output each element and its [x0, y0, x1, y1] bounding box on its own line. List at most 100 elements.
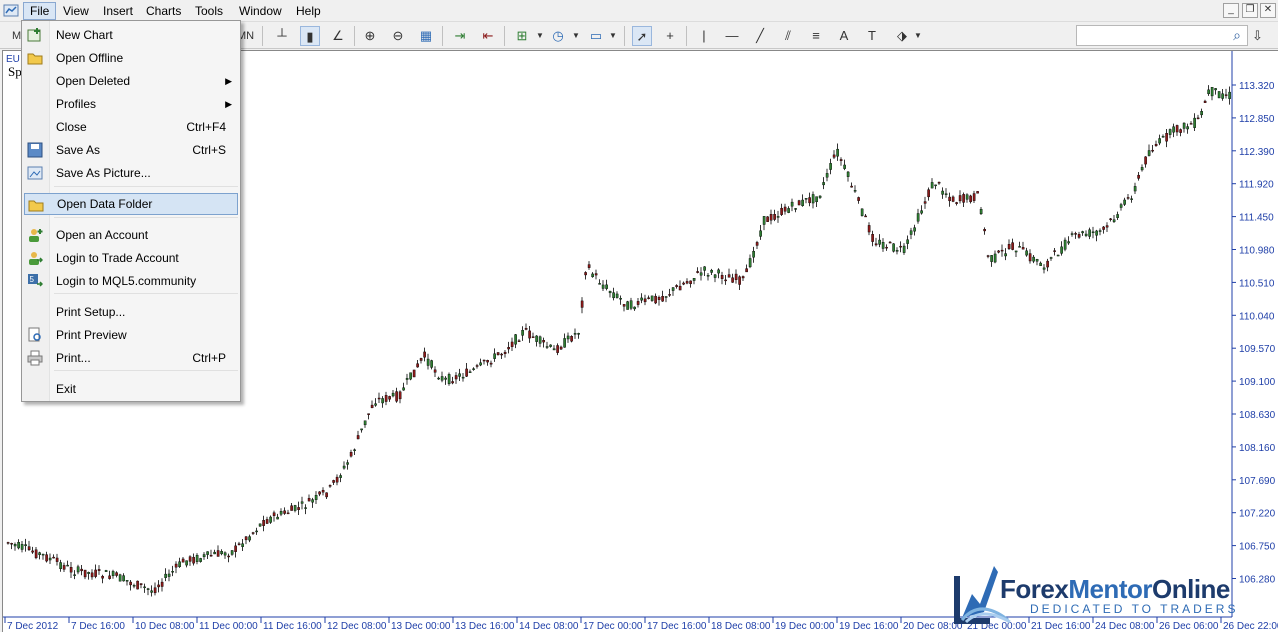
candle-body — [1175, 125, 1179, 133]
candle-body — [892, 243, 895, 252]
menu-item-save-as[interactable]: Save As Ctrl+S — [24, 139, 238, 161]
menu-item-login-to-trade-account[interactable]: Login to Trade Account — [24, 247, 238, 269]
menu-item-open-data-folder[interactable]: Open Data Folder — [24, 193, 238, 215]
menu-item-close[interactable]: Close Ctrl+F4 — [24, 116, 238, 138]
menu-item-exit[interactable]: Exit — [24, 378, 238, 400]
menu-item-save-as-picture[interactable]: Save As Picture... — [24, 162, 238, 184]
candle-body — [73, 574, 76, 576]
svg-text:5: 5 — [30, 275, 35, 284]
candle-body — [542, 339, 545, 343]
auto-scroll-icon[interactable]: ⇥ — [450, 26, 470, 46]
candle-body — [1119, 204, 1123, 208]
menu-charts[interactable]: Charts — [140, 2, 187, 20]
menu-item-new-chart[interactable]: New Chart — [24, 24, 238, 46]
menu-item-open-an-account[interactable]: Open an Account — [24, 224, 238, 246]
candle-body — [230, 550, 234, 555]
zoom-in-icon[interactable]: ⊕ — [360, 26, 380, 46]
candle-body — [1151, 149, 1154, 152]
indicators-icon[interactable]: ⊞ — [512, 26, 532, 46]
candle-body — [416, 363, 419, 368]
price-label: 110.040 — [1239, 311, 1275, 322]
candle-body — [318, 491, 321, 495]
candle-body — [20, 544, 24, 550]
candle-body — [622, 304, 626, 307]
candle-body — [762, 216, 766, 225]
tile-windows-icon[interactable]: ▦ — [416, 26, 436, 46]
submenu-arrow-icon: ▶ — [225, 99, 232, 109]
search-icon[interactable]: ⌕ — [1228, 26, 1246, 44]
menu-insert[interactable]: Insert — [97, 2, 139, 20]
candle-body — [545, 346, 549, 348]
candle-body — [594, 273, 598, 276]
search-dropdown-icon[interactable]: ⇩ — [1252, 28, 1274, 44]
app-icon[interactable] — [3, 3, 19, 19]
minimize-icon[interactable]: _ — [1223, 3, 1239, 18]
menu-item-print[interactable]: Print... Ctrl+P — [24, 347, 238, 369]
candle-body — [769, 214, 773, 221]
candle-body — [94, 569, 97, 577]
equidistant-channel-icon[interactable]: ⫽ — [778, 26, 798, 46]
save-icon — [27, 142, 43, 158]
candle-body — [773, 214, 776, 220]
close-icon[interactable]: ✕ — [1260, 3, 1276, 18]
candle-body — [584, 272, 587, 276]
menu-window[interactable]: Window — [233, 2, 288, 20]
periods-clock-icon[interactable]: ◷ — [548, 26, 568, 46]
chevron-down-icon[interactable]: ▼ — [566, 26, 586, 46]
candle-body — [657, 296, 661, 300]
candle-body — [531, 336, 535, 338]
horizontal-line-icon[interactable]: — — [722, 26, 742, 46]
text-icon[interactable]: A — [834, 26, 854, 46]
line-chart-icon[interactable]: ∠ — [328, 26, 348, 46]
candle-body — [374, 403, 377, 406]
candle-body — [899, 245, 902, 248]
chevron-down-icon[interactable]: ▼ — [530, 26, 550, 46]
candle-body — [402, 387, 405, 391]
candle-body — [573, 333, 577, 335]
menu-item-login-to-mql5-community[interactable]: 5 Login to MQL5.community — [24, 270, 238, 292]
candle-body — [846, 171, 850, 177]
candle-body — [360, 428, 363, 431]
menu-item-print-setup[interactable]: Print Setup... — [24, 301, 238, 323]
menu-view[interactable]: View — [57, 2, 95, 20]
price-label: 109.100 — [1239, 377, 1276, 388]
text-label-icon[interactable]: T — [862, 26, 882, 46]
vertical-line-icon[interactable]: | — [694, 26, 714, 46]
search-input[interactable] — [1076, 25, 1248, 46]
menu-help[interactable]: Help — [290, 2, 327, 20]
candle-body — [734, 273, 738, 280]
menu-tools[interactable]: Tools — [189, 2, 229, 20]
candle-body — [136, 580, 139, 590]
candle-body — [1158, 138, 1161, 144]
restore-icon[interactable]: ❐ — [1242, 3, 1258, 18]
candle-body — [1046, 260, 1049, 268]
chart-shift-icon[interactable]: ⇤ — [478, 26, 498, 46]
menu-file[interactable]: File — [23, 2, 57, 20]
fibonacci-icon[interactable]: ≡ — [806, 26, 826, 46]
candle-body — [941, 190, 944, 195]
chevron-down-icon[interactable]: ▼ — [908, 26, 928, 46]
candle-body — [1053, 250, 1056, 252]
menu-item-open-offline[interactable]: Open Offline — [24, 47, 238, 69]
candle-body — [538, 336, 542, 344]
zoom-out-icon[interactable]: ⊖ — [388, 26, 408, 46]
menu-item-open-deleted[interactable]: Open Deleted ▶ — [24, 70, 238, 92]
logo-brand-forex: Forex — [1000, 574, 1069, 604]
candle-body — [335, 476, 339, 483]
candlestick-icon[interactable]: ▮ — [300, 26, 320, 46]
menu-item-profiles[interactable]: Profiles ▶ — [24, 93, 238, 115]
candle-body — [1056, 254, 1060, 257]
candle-body — [346, 462, 349, 465]
candle-body — [213, 551, 216, 555]
chevron-down-icon[interactable]: ▼ — [603, 26, 623, 46]
candle-body — [1217, 91, 1221, 99]
menu-item-print-preview[interactable]: Print Preview — [24, 324, 238, 346]
trendline-icon[interactable]: ╱ — [750, 26, 770, 46]
cursor-icon[interactable]: ➚ — [632, 26, 652, 46]
toolbar-partial-label[interactable]: M — [12, 27, 21, 45]
candle-body — [496, 352, 500, 356]
bar-chart-icon[interactable]: ┴ — [272, 26, 292, 46]
crosshair-icon[interactable]: + — [660, 26, 680, 46]
candle-body — [706, 275, 710, 277]
candle-body — [244, 536, 248, 541]
